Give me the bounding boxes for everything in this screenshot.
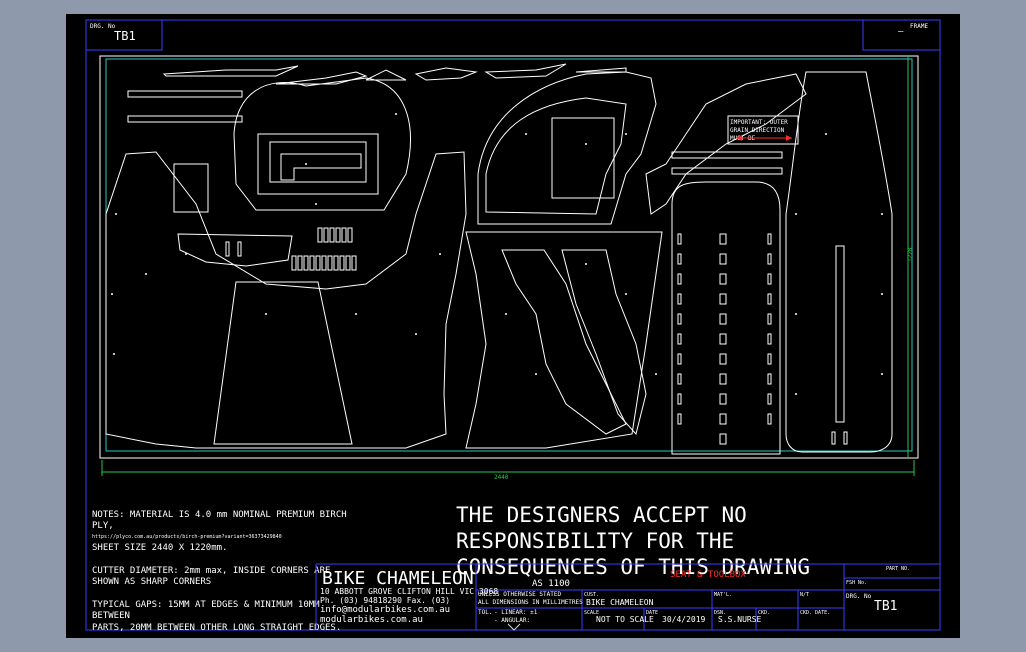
otherwise-label: UNLESS OTHERWISE STATED (478, 591, 561, 598)
tol-label: TOL. (478, 609, 492, 616)
important-note-line-2: GRAIN DIRECTION (730, 127, 785, 134)
company-name: BIKE CHAMELEON (322, 568, 474, 589)
dims-label: ALL DIMENSIONS IN MILLIMETRES (478, 599, 583, 606)
company-email: info@modularbikes.com.au (320, 605, 450, 615)
notes-sheet-size: SHEET SIZE 2440 X 1220mm. (92, 543, 227, 553)
drg-no-label: DRG. No (90, 23, 116, 30)
drawing-sheet[interactable]: DRG. No TB1 FRAME – 2440 1220 IMPORTANT:… (66, 14, 960, 638)
title-drg-no-label: DRG. No (846, 593, 872, 600)
notes-material-line-1: NOTES: MATERIAL IS 4.0 mm NOMINAL PREMIU… (92, 510, 347, 520)
important-note-line-1: IMPORTANT: OUTER (730, 119, 788, 126)
disclaimer-line-1: THE DESIGNERS ACCEPT NO (456, 503, 747, 527)
title-drg-no-value: TB1 (874, 599, 897, 614)
lower-y-frame-piece (465, 231, 663, 449)
notes-material-line-2: PLY, (92, 521, 114, 531)
fsh-no-label: FSH No. (846, 580, 867, 586)
linear-label: - LINEAR: ±1 (494, 609, 538, 616)
left-panel-slots (225, 227, 357, 271)
width-dimension: 2440 (101, 460, 915, 481)
notes-gaps-line-1: TYPICAL GAPS: 15MM AT EDGES & MINIMUM 10… (92, 600, 320, 610)
frame-value: – (898, 27, 904, 37)
company-phone: Ph. (03) 94818290 Fax. (03) (320, 596, 450, 605)
date-value: 30/4/2019 (662, 615, 706, 624)
dsn-value: S.S.NURSE (718, 615, 762, 624)
notes-block: NOTES: MATERIAL IS 4.0 mm NOMINAL PREMIU… (92, 510, 347, 633)
notes-url: https://plyco.com.au/products/birch-prem… (92, 534, 282, 540)
nt-label: N/T (800, 592, 809, 598)
disclaimer-line-3: CONSEQUENCES OF THIS DRAWING (456, 555, 810, 579)
notes-gaps-line-3: PARTS, 20MM BETWEEN OTHER LONG STRAIGHT … (92, 623, 341, 633)
notes-cutter-line-1: CUTTER DIAMETER: 2mm max, INSIDE CORNERS… (92, 566, 330, 576)
ckd-label: CKD. (758, 610, 770, 616)
bottom-frame-marker-icon (507, 623, 521, 631)
ckd-date-label: CKD. DATE. (800, 610, 830, 616)
frame-label: FRAME (910, 23, 928, 30)
far-right-tall-panel (785, 71, 893, 453)
width-dimension-value: 2440 (494, 474, 509, 481)
disclaimer-line-2: RESPONSIBILITY FOR THE (456, 529, 734, 553)
red-note: SEAT & TOOLBOX (670, 570, 746, 580)
part-no-label: PART NO. (886, 566, 910, 572)
matl-label: MAT'L. (714, 592, 732, 598)
company-address: 10 ABBOTT GROVE CLIFTON HILL VIC 3068 (320, 587, 498, 596)
height-dimension-value: 1220 (907, 247, 914, 262)
middle-frame-panel (477, 71, 807, 225)
right-long-panel-slots (677, 233, 772, 445)
left-side-panel (105, 77, 467, 449)
date-label: DATE (646, 610, 658, 616)
cad-drawing: DRG. No TB1 FRAME – 2440 1220 IMPORTANT:… (85, 19, 941, 633)
right-long-panel (671, 151, 783, 455)
project-name: BIKE CHAMELEON (586, 598, 654, 607)
grain-direction-note: IMPORTANT: OUTER GRAIN DIRECTION MUST BE (727, 115, 799, 145)
notes-cutter-line-2: SHOWN AS SHARP CORNERS (92, 577, 211, 587)
height-dimension: 1220 (907, 56, 914, 458)
disclaimer: THE DESIGNERS ACCEPT NO RESPONSIBILITY F… (456, 503, 810, 579)
standard-label: AS 1100 (532, 579, 570, 589)
top-strips (127, 63, 627, 123)
notes-gaps-line-2: BETWEEN (92, 611, 130, 621)
company-web: modularbikes.com.au (320, 615, 423, 625)
drg-no-value: TB1 (114, 29, 136, 43)
scale-value: NOT TO SCALE (596, 615, 654, 624)
angular-label: - ANGULAR: (494, 617, 530, 624)
